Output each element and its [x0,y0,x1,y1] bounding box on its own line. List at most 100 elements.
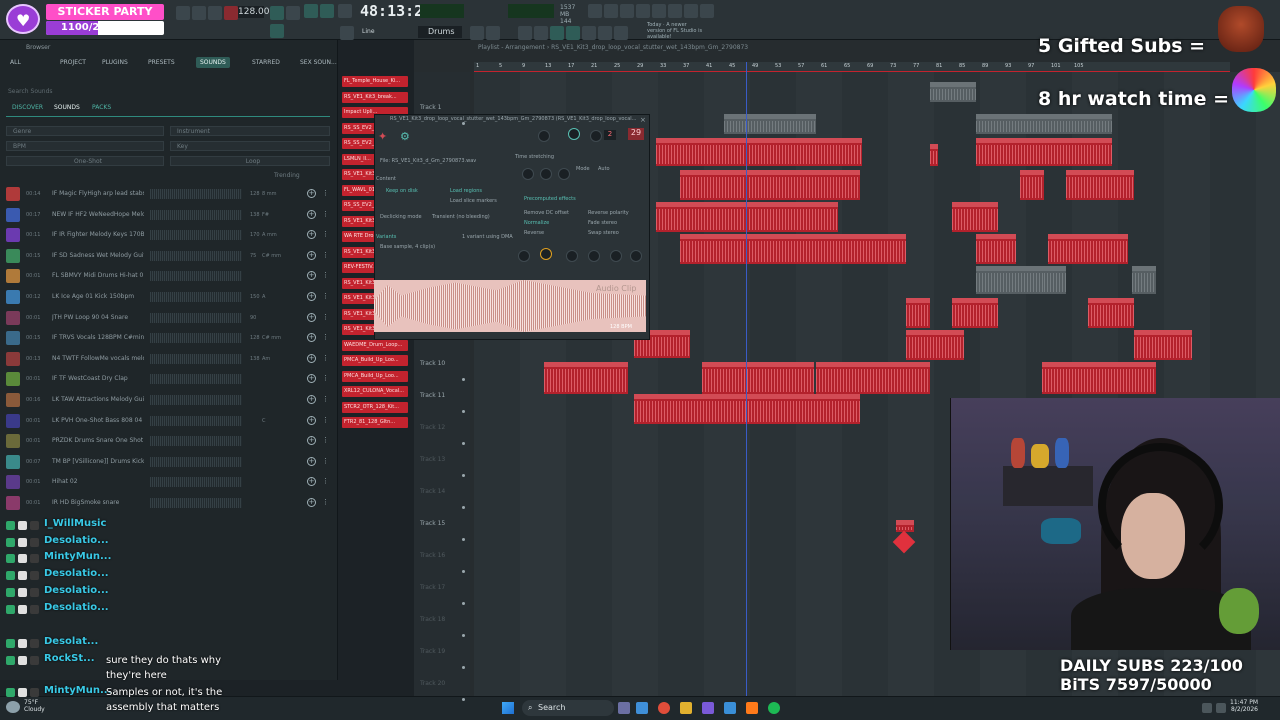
effect-swap-stereo[interactable]: Swap stereo [588,230,619,236]
tab-sounds[interactable]: SOUNDS [196,57,230,68]
channel-button[interactable]: RS_VE1_Kit3_break... [342,91,408,103]
online-icon[interactable] [700,4,714,18]
sound-waveform[interactable] [150,498,242,508]
crossfade-knob[interactable] [610,250,622,262]
channel-button[interactable]: STCR2_OTR_128_Kit... [342,401,408,413]
add-icon[interactable]: + [307,250,316,260]
tab-discover[interactable]: DISCOVER [12,104,43,111]
tab-presets[interactable]: PRESETS [148,57,175,68]
list-item[interactable]: 00:14 IF Magic FlyHigh arp lead stabs m..… [0,184,336,204]
audio-clip[interactable] [1134,330,1192,360]
add-icon[interactable]: + [307,312,316,322]
more-icon[interactable]: ⋮ [322,436,329,444]
loop-record-icon[interactable] [320,4,334,18]
link-icon[interactable] [534,26,548,40]
add-icon[interactable]: + [307,498,316,507]
track-led[interactable] [462,602,465,605]
effect-normalize[interactable]: Normalize [524,220,549,226]
spotify-icon[interactable] [768,702,780,714]
audio-clip[interactable] [976,266,1046,294]
sound-waveform[interactable] [150,333,242,344]
pan-knob[interactable] [538,130,550,142]
pitch-knob[interactable] [590,130,602,142]
track-led[interactable] [462,474,465,477]
mail-icon[interactable] [724,702,736,714]
plug-icon[interactable] [518,26,532,40]
add-icon[interactable]: + [307,230,316,240]
sound-waveform[interactable] [150,250,242,261]
add-icon[interactable]: + [307,271,316,281]
add-icon[interactable]: + [307,477,316,487]
list-item[interactable]: 00:01 PRZDK Drums Snare One Shot Cla... + ⋮ [0,431,336,451]
audio-clip[interactable] [634,394,860,424]
track-led[interactable] [462,634,465,637]
add-icon[interactable]: + [307,209,316,219]
edge-icon[interactable] [636,702,648,714]
folder-icon[interactable] [680,702,692,714]
more-icon[interactable]: ⋮ [322,395,329,403]
tools-icon[interactable] [566,26,580,40]
playhead[interactable] [746,62,747,696]
more-icon[interactable]: ⋮ [322,230,329,238]
audio-clip[interactable] [544,362,628,394]
effect-reverse[interactable]: Reverse [524,230,544,236]
add-icon[interactable]: + [307,353,316,363]
pattern-song-icon[interactable] [176,6,190,20]
list-item[interactable]: 00:01 Hihat 02 + ⋮ [0,472,336,492]
track-led[interactable] [462,666,465,669]
sound-waveform[interactable] [150,415,242,426]
store-icon[interactable] [702,702,714,714]
add-icon[interactable]: + [307,395,316,404]
sound-waveform[interactable] [150,477,242,488]
sound-waveform[interactable] [150,230,242,241]
audio-clip[interactable] [1132,266,1156,294]
audio-clip[interactable] [680,234,906,264]
list-item[interactable]: 00:11 IF IR Fighter Melody Keys 170BPM...… [0,225,336,245]
add-icon[interactable]: + [307,436,316,446]
volume-icon[interactable] [1216,703,1226,713]
sound-waveform[interactable] [150,353,242,364]
list-item[interactable]: 00:15 IF SD Sadness Wet Melody Guitar... 7… [0,246,336,266]
keep-on-disk-option[interactable]: Keep on disk [386,188,418,194]
more-icon[interactable]: ⋮ [322,374,329,382]
more-icon[interactable]: ⋮ [322,189,329,197]
metronome-icon[interactable] [270,6,284,20]
volume-knob[interactable] [568,128,580,140]
track-led[interactable] [462,442,465,445]
audio-clip[interactable] [952,202,998,232]
audio-clip[interactable] [930,82,976,102]
track-led[interactable] [462,122,465,125]
sound-waveform[interactable] [150,292,242,302]
effect-fade-stereo[interactable]: Fade stereo [588,220,617,226]
track-led[interactable] [462,410,465,413]
audio-clip[interactable] [976,138,1112,166]
tab-sex-soun-[interactable]: SEX SOUN... [300,57,337,68]
tab-project[interactable]: PROJECT [60,57,86,68]
add-icon[interactable]: + [307,374,316,384]
trim-knob[interactable] [630,250,642,262]
record-icon[interactable] [224,6,238,20]
audio-clip[interactable] [1048,234,1128,264]
draw-icon[interactable] [270,24,284,38]
declicking-value[interactable]: Transient (no bleeding) [432,214,490,220]
list-item[interactable]: 00:01 IF TF WestCoast Dry Clap + ⋮ [0,369,336,389]
audio-clip[interactable] [952,298,998,328]
attack-knob[interactable] [518,250,530,262]
more-icon[interactable]: ⋮ [322,498,329,506]
snap-selector[interactable]: Line [362,28,375,35]
more-icon[interactable]: ⋮ [322,354,329,362]
audio-clip[interactable] [1044,266,1066,294]
time-knob[interactable] [558,168,570,180]
oneshot-filter[interactable]: One-Shot [6,156,164,166]
chrome-icon[interactable] [658,702,670,714]
more-icon[interactable]: ⋮ [322,210,329,218]
audio-clip[interactable] [680,170,860,200]
sound-waveform[interactable] [150,456,242,467]
file-explorer-icon[interactable] [618,702,630,714]
channel-button[interactable]: FTR2_81_128_Gltn... [342,417,408,428]
audio-clip[interactable] [906,298,930,328]
channel-button[interactable]: PMCA_Build_Up_Loo... [342,355,408,366]
track-number[interactable]: 29 [628,128,644,140]
audio-clip[interactable] [896,520,914,532]
list-item[interactable]: 00:12 LK Ice Age 01 Kick 150bpm 150 A + ⋮ [0,287,336,307]
